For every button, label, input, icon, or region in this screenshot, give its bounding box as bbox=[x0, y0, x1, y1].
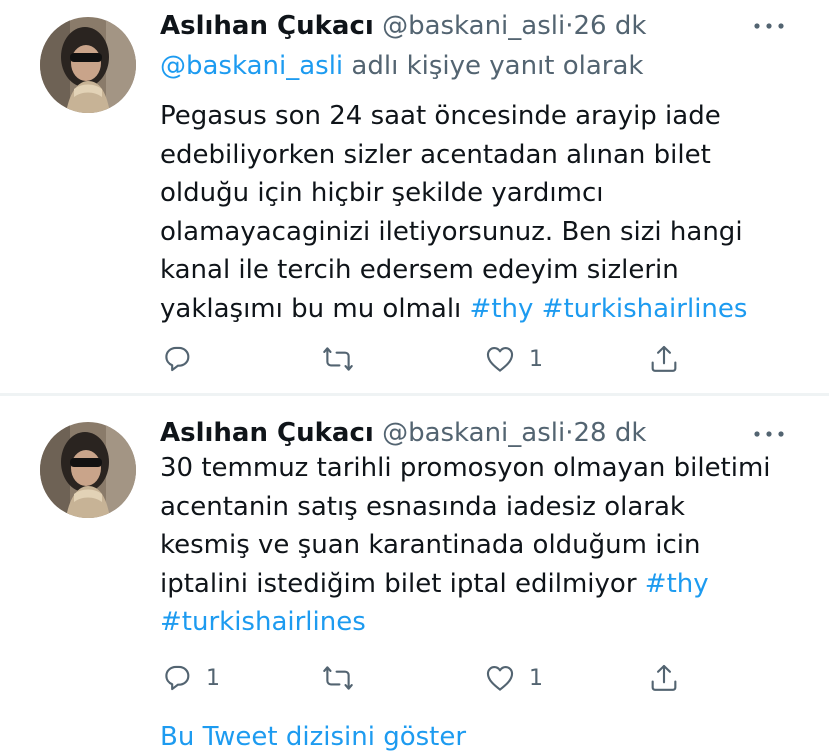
hashtag-link[interactable]: #turkishairlines bbox=[160, 607, 366, 637]
timestamp[interactable]: 26 dk bbox=[573, 11, 646, 41]
like-count: 1 bbox=[529, 665, 543, 691]
show-thread-link[interactable]: Bu Tweet dizisini göster bbox=[160, 722, 466, 752]
tweet-text: 30 temmuz tarihli promosyon olmayan bile… bbox=[160, 449, 800, 642]
hashtag-link[interactable]: #thy bbox=[645, 569, 709, 599]
tweet-text-line: 30 temmuz tarihli promosyon olmayan bile… bbox=[160, 453, 771, 483]
retweet-icon bbox=[323, 347, 353, 371]
reply-icon bbox=[165, 346, 190, 372]
hashtag-link[interactable]: #turkishairlines bbox=[542, 294, 748, 324]
reply-mention-link[interactable]: @baskani_asli bbox=[160, 51, 343, 81]
tweet-header: Aslıhan Çukacı @baskani_asli·26 dk bbox=[160, 6, 646, 46]
like-count: 1 bbox=[529, 346, 543, 372]
reply-button[interactable]: 1 bbox=[160, 658, 220, 698]
tweet-text-line: Pegasus son 24 saat öncesinde arayip iad… bbox=[160, 101, 721, 131]
tweet-text-line: acentanin satış esnasında iadesiz olarak bbox=[160, 491, 685, 522]
retweet-button[interactable] bbox=[320, 339, 368, 379]
tweet-text-line: edebiliyorken sizler acentadan alınan bi… bbox=[160, 139, 711, 170]
tweet[interactable]: Aslıhan Çukacı @baskani_asli·28 dk 30 te… bbox=[0, 396, 829, 736]
reply-button[interactable] bbox=[160, 339, 206, 379]
reply-context-text: adlı kişiye yanıt olarak bbox=[351, 51, 644, 81]
tweet-text-segment: yaklaşımı bu mu olmalı bbox=[160, 293, 462, 324]
hashtag-link[interactable]: #thy bbox=[470, 294, 534, 324]
tweet-text-line: #turkishairlines bbox=[160, 603, 800, 642]
like-button[interactable]: 1 bbox=[483, 658, 543, 698]
reply-context: @baskani_asli adlı kişiye yanıt olarak bbox=[160, 46, 644, 86]
share-icon bbox=[651, 345, 677, 372]
retweet-icon bbox=[323, 666, 353, 690]
tweet-text-segment: iptalini istediğim bilet iptal edilmiyor bbox=[160, 568, 637, 599]
author-handle[interactable]: @baskani_asli bbox=[382, 11, 565, 41]
author-handle[interactable]: @baskani_asli bbox=[382, 418, 565, 448]
more-icon[interactable] bbox=[752, 16, 788, 36]
author-name[interactable]: Aslıhan Çukacı bbox=[160, 418, 374, 448]
like-button[interactable]: 1 bbox=[483, 339, 543, 379]
action-bar: 1 bbox=[160, 339, 720, 379]
action-bar: 1 1 bbox=[160, 658, 720, 698]
share-button[interactable] bbox=[647, 658, 681, 698]
heart-icon bbox=[486, 666, 514, 691]
tweet-text-line: olamayacaginizi iletiyorsunuz. Ben sizi … bbox=[160, 216, 743, 247]
tweet-text-line: kanal ile tercih edersem edeyim sizlerin bbox=[160, 255, 679, 285]
tweet[interactable]: Aslıhan Çukacı @baskani_asli·26 dk @bask… bbox=[0, 0, 829, 393]
tweet-text-line-last: yaklaşımı bu mu olmalı #thy #turkishairl… bbox=[160, 290, 800, 329]
author-name[interactable]: Aslıhan Çukacı bbox=[160, 11, 374, 41]
reply-icon bbox=[165, 665, 190, 691]
tweet-text-line: kesmiş ve şuan karantinada olduğum icin bbox=[160, 530, 701, 560]
more-icon[interactable] bbox=[752, 424, 788, 444]
timestamp[interactable]: 28 dk bbox=[573, 418, 646, 448]
tweet-header: Aslıhan Çukacı @baskani_asli·28 dk bbox=[160, 413, 646, 453]
share-button[interactable] bbox=[647, 339, 681, 379]
retweet-button[interactable] bbox=[320, 658, 368, 698]
avatar[interactable] bbox=[40, 17, 136, 113]
tweet-text-line: iptalini istediğim bilet iptal edilmiyor… bbox=[160, 565, 800, 604]
share-icon bbox=[651, 664, 677, 691]
reply-count: 1 bbox=[206, 665, 220, 691]
tweet-text: Pegasus son 24 saat öncesinde arayip iad… bbox=[160, 97, 800, 328]
avatar[interactable] bbox=[40, 422, 136, 518]
tweet-text-line: olduğu için hiçbir şekilde yardımcı bbox=[160, 178, 604, 208]
heart-icon bbox=[486, 347, 514, 372]
